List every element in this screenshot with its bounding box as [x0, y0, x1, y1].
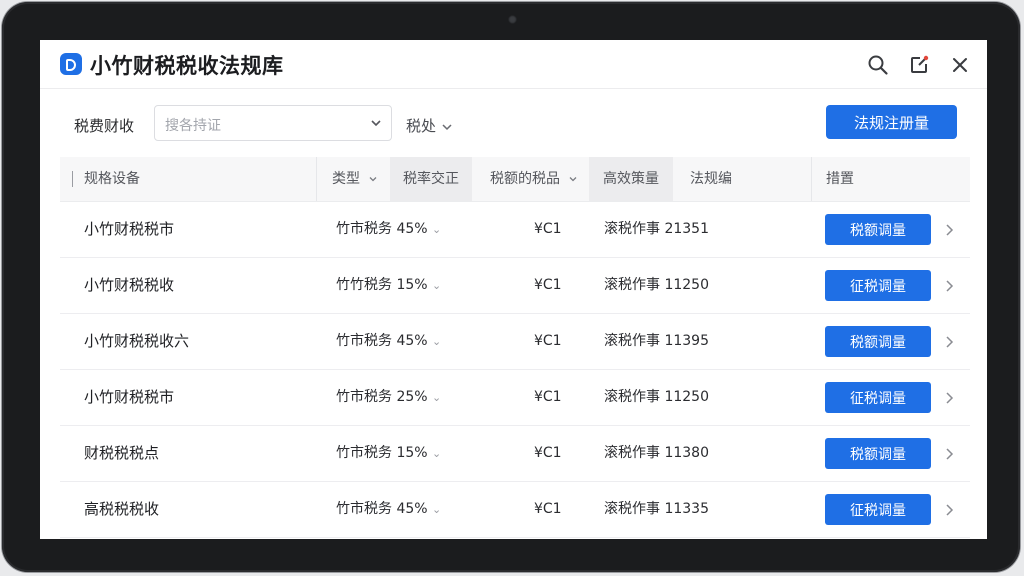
table-row[interactable]: 小竹财税税收 竹竹税务 15% ⌄ ¥C1 滚税作事 11250 征税调量	[60, 258, 970, 314]
column-header: 措置	[826, 171, 854, 187]
row-amount: ¥C1	[534, 333, 562, 349]
table-row[interactable]: 小竹财税税市 竹市税务 25% ⌄ ¥C1 滚税作事 11250 征税调量	[60, 370, 970, 426]
search-select[interactable]: 搜各持证	[154, 105, 392, 141]
column-header[interactable]: 税率交正	[390, 157, 472, 201]
chevron-down-icon: ⌄	[432, 447, 442, 460]
chevron-down-icon: ⌄	[432, 279, 442, 292]
row-name: 小竹财税税收六	[84, 332, 190, 350]
table-row[interactable]: 财税税税点 竹市税务 15% ⌄ ¥C1 滚税作事 11380 税额调量	[60, 426, 970, 482]
filter-label: 税费财收	[74, 117, 135, 135]
row-name: 高税税税收	[84, 500, 160, 518]
tablet-bezel: 小竹财税税收法规库 税费财收 搜各持证 税处 法规注册量 规格设备 类型 税率交…	[2, 2, 1020, 572]
row-rate-text: 竹市税务 25%	[336, 389, 428, 405]
row-rate: 竹竹税务 15% ⌄	[336, 258, 441, 313]
column-divider	[316, 157, 317, 201]
row-amount: ¥C1	[534, 277, 562, 293]
share-icon[interactable]	[908, 54, 930, 76]
column-header-label: 类型	[332, 171, 360, 187]
row-rate: 竹市税务 45% ⌄	[336, 482, 441, 537]
table-header: 规格设备 类型 税率交正 税额的税品 高效策量 法规编 措置	[60, 157, 970, 202]
row-code: 滚税作事 11250	[604, 277, 709, 293]
column-header-type[interactable]: 类型	[332, 157, 378, 201]
row-rate: 竹市税务 25% ⌄	[336, 370, 441, 425]
chevron-down-icon: ⌄	[432, 335, 442, 348]
column-header-label: 税额的税品	[490, 171, 560, 187]
chevron-right-icon[interactable]	[944, 447, 954, 461]
row-code: 滚税作事 11395	[604, 333, 709, 349]
row-name: 小竹财税税收	[84, 276, 175, 294]
column-header[interactable]: 高效策量	[589, 157, 673, 201]
register-button[interactable]: 法规注册量	[826, 105, 957, 139]
row-amount: ¥C1	[534, 501, 562, 517]
type-filter-dropdown[interactable]: 税处	[406, 115, 453, 136]
filter-toolbar: 税费财收 搜各持证 税处 法规注册量	[40, 89, 987, 157]
row-rate: 竹市税务 45% ⌄	[336, 314, 441, 369]
row-code: 滚税作事 11380	[604, 445, 709, 461]
row-action-button[interactable]: 征税调量	[825, 270, 931, 301]
chevron-down-icon	[371, 120, 381, 127]
row-action-button[interactable]: 税额调量	[825, 214, 931, 245]
table-row[interactable]: 小竹财税税收六 竹市税务 45% ⌄ ¥C1 滚税作事 11395 税额调量	[60, 314, 970, 370]
row-name: 小竹财税税市	[84, 220, 175, 238]
chevron-down-icon	[369, 177, 377, 182]
row-name: 财税税税点	[84, 444, 160, 462]
row-amount: ¥C1	[534, 445, 562, 461]
row-code: 滚税作事 11335	[604, 501, 709, 517]
close-icon[interactable]	[949, 54, 971, 76]
chevron-right-icon[interactable]	[944, 279, 954, 293]
row-code: 滚税作事 11250	[604, 389, 709, 405]
column-header[interactable]: 法规编	[690, 157, 732, 201]
table-row[interactable]: 小竹财税税市 竹市税务 45% ⌄ ¥C1 滚税作事 21351 税额调量	[60, 202, 970, 258]
row-amount: ¥C1	[534, 389, 562, 405]
header-separator	[72, 171, 73, 187]
chevron-down-icon: ⌄	[432, 391, 442, 404]
column-header-tax[interactable]: 税额的税品	[490, 157, 578, 201]
row-name: 小竹财税税市	[84, 388, 175, 406]
search-placeholder: 搜各持证	[165, 118, 221, 134]
column-header[interactable]: 规格设备	[84, 157, 140, 201]
row-rate-text: 竹市税务 45%	[336, 221, 428, 237]
row-rate-text: 竹市税务 15%	[336, 445, 428, 461]
row-rate: 竹市税务 45% ⌄	[336, 202, 441, 257]
title-bar: 小竹财税税收法规库	[40, 40, 987, 89]
type-filter-label: 税处	[406, 117, 437, 135]
table-row[interactable]: 高税税税收 竹市税务 45% ⌄ ¥C1 滚税作事 11335 征税调量	[60, 482, 970, 538]
row-action-button[interactable]: 征税调量	[825, 494, 931, 525]
row-action-button[interactable]: 征税调量	[825, 382, 931, 413]
row-action-button[interactable]: 税额调量	[825, 438, 931, 469]
row-rate-text: 竹市税务 45%	[336, 333, 428, 349]
chevron-down-icon: ⌄	[432, 503, 442, 516]
chevron-down-icon: ⌄	[432, 223, 442, 236]
chevron-right-icon[interactable]	[944, 223, 954, 237]
chevron-right-icon[interactable]	[944, 503, 954, 517]
row-rate-text: 竹市税务 45%	[336, 501, 428, 517]
row-rate: 竹市税务 15% ⌄	[336, 426, 441, 481]
data-table: 规格设备 类型 税率交正 税额的税品 高效策量 法规编 措置 小竹财税税市 竹市…	[60, 157, 970, 538]
row-code: 滚税作事 21351	[604, 221, 709, 237]
chevron-down-icon	[569, 177, 577, 182]
chevron-right-icon[interactable]	[944, 335, 954, 349]
search-icon[interactable]	[867, 54, 889, 76]
column-divider	[811, 157, 812, 201]
row-rate-text: 竹竹税务 15%	[336, 277, 428, 293]
app-logo-icon	[60, 53, 82, 75]
row-amount: ¥C1	[534, 221, 562, 237]
camera-dot	[508, 15, 517, 24]
chevron-down-icon	[442, 123, 452, 130]
app-window: 小竹财税税收法规库 税费财收 搜各持证 税处 法规注册量 规格设备 类型 税率交…	[40, 40, 987, 539]
chevron-right-icon[interactable]	[944, 391, 954, 405]
row-action-button[interactable]: 税额调量	[825, 326, 931, 357]
app-title: 小竹财税税收法规库	[90, 54, 284, 78]
